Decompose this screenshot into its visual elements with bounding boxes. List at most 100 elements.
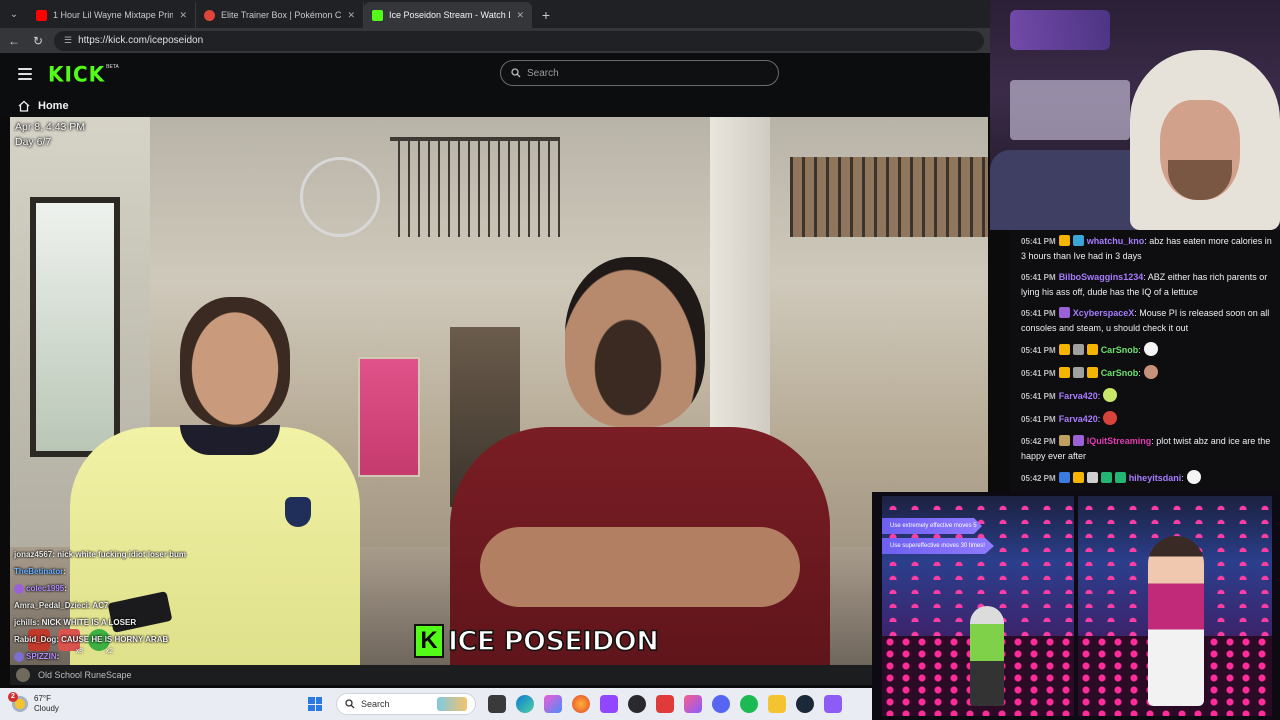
- search-icon: [345, 699, 355, 709]
- chat-username[interactable]: XcyberspaceX: [1073, 308, 1135, 318]
- chat-username[interactable]: Farva420: [1059, 391, 1098, 401]
- itunes-icon[interactable]: [684, 695, 702, 713]
- weather-widget[interactable]: 2 67°F Cloudy: [0, 692, 300, 714]
- overlay-chat-username[interactable]: jonaz4567: [14, 550, 52, 559]
- browser-tab-bar: ⌄ 1 Hour Lil Wayne Mixtape Prime | ✕ Eli…: [0, 0, 990, 28]
- overlay-chat-username[interactable]: Amra_Pedal_Dzieci: [14, 601, 88, 610]
- site-info-icon[interactable]: ☰: [64, 35, 72, 46]
- search-icon: [511, 68, 521, 78]
- back-arrow-icon[interactable]: ←: [6, 34, 22, 48]
- file-explorer-icon[interactable]: [768, 695, 786, 713]
- stream-date-overlay: Apr 8, 4:43 PM Day 6/7: [15, 120, 85, 150]
- taskbar: 2 67°F Cloudy Search: [0, 688, 872, 720]
- overlay-chat-username[interactable]: SPIZZIN: [26, 652, 57, 661]
- chat-text: :: [1097, 414, 1101, 424]
- discord-icon[interactable]: [712, 695, 730, 713]
- chat-message: 05:41 PM XcyberspaceX: Mouse PI is releas…: [1021, 306, 1272, 335]
- app-red-icon[interactable]: [656, 695, 674, 713]
- steam-icon[interactable]: [796, 695, 814, 713]
- obs-icon[interactable]: [628, 695, 646, 713]
- game-right-screen: [1078, 496, 1272, 716]
- tab-kick-stream[interactable]: Ice Poseidon Stream - Watch Live ✕: [364, 2, 532, 28]
- chat-emote-icon: [1143, 365, 1158, 379]
- chat-username[interactable]: BilboSwaggins1234: [1059, 272, 1144, 282]
- chat-badge-icon: [1058, 344, 1070, 355]
- address-bar: ← ↻ ☰ https://kick.com/iceposeidon: [0, 28, 990, 53]
- overlay-chat-username[interactable]: colec1995: [26, 584, 64, 593]
- avatar: [16, 668, 30, 682]
- chat-message: 05:41 PM CarSnob:: [1021, 342, 1272, 358]
- kick-logo[interactable]: KICK: [48, 61, 105, 86]
- overlay-chat-message: nick white fucking idiot loser bum: [54, 550, 187, 559]
- chat-timestamp: 05:42 PM: [1021, 437, 1056, 446]
- chat-badge-icon: [1072, 344, 1084, 355]
- chat-username[interactable]: hiheyitsdani: [1129, 473, 1182, 483]
- pendant-lamp: [300, 157, 380, 237]
- copilot-icon[interactable]: [544, 695, 562, 713]
- chat-timestamp: 05:41 PM: [1021, 415, 1056, 424]
- chat-emote-icon: [1103, 388, 1118, 402]
- chat-username[interactable]: IQuitStreaming: [1087, 436, 1152, 446]
- app-purple-icon[interactable]: [824, 695, 842, 713]
- home-nav-link[interactable]: Home: [0, 95, 990, 117]
- weather-cloud-icon: 2: [8, 692, 28, 712]
- chat-badge-icon: [1072, 235, 1084, 246]
- chat-badge-icon: [1086, 472, 1098, 483]
- tab-title: Elite Trainer Box | Pokémon Center: [221, 10, 342, 20]
- edge-icon[interactable]: [516, 695, 534, 713]
- chat-text: :: [1138, 368, 1141, 378]
- chat-badge-icon: [1086, 367, 1098, 378]
- overlay-chat-line: SPIZZIN:: [14, 648, 186, 665]
- guest-person: [450, 257, 830, 665]
- overlay-chat-username[interactable]: jchills: [14, 618, 37, 627]
- webcam-feed: [990, 0, 1280, 230]
- chat-username[interactable]: Farva420: [1059, 414, 1098, 424]
- overlay-chat-line: colec1995:: [14, 580, 186, 597]
- tab-close-icon[interactable]: ✕: [179, 10, 187, 21]
- chat-timestamp: 05:41 PM: [1021, 309, 1056, 318]
- spotify-icon[interactable]: [740, 695, 758, 713]
- chat-badge-icon: [1058, 367, 1070, 378]
- task-view-icon[interactable]: [488, 695, 506, 713]
- tab-title: 1 Hour Lil Wayne Mixtape Prime |: [53, 10, 174, 20]
- chat-message: 05:41 PM CarSnob:: [1021, 365, 1272, 381]
- overlay-chat-username[interactable]: Rabid_Dog: [14, 635, 56, 644]
- url-text: https://kick.com/iceposeidon: [78, 35, 204, 46]
- chat-username[interactable]: whatchu_kno: [1087, 236, 1145, 246]
- chat-text: :: [1097, 391, 1101, 401]
- staircase-railing: [390, 137, 560, 237]
- taskbar-search[interactable]: Search: [336, 693, 476, 715]
- chat-username[interactable]: CarSnob: [1101, 368, 1139, 378]
- tab-pokemon-center[interactable]: Elite Trainer Box | Pokémon Center ✕: [196, 2, 364, 28]
- home-icon: [18, 100, 30, 112]
- mission-banner: Use extremely effective moves 5 times!: [882, 518, 982, 534]
- tab-close-icon[interactable]: ✕: [516, 10, 524, 21]
- chat-timestamp: 05:41 PM: [1021, 237, 1056, 246]
- tab-search-dropdown[interactable]: ⌄: [0, 0, 28, 28]
- tab-lil-wayne[interactable]: 1 Hour Lil Wayne Mixtape Prime | ✕: [28, 2, 196, 28]
- chat-username[interactable]: CarSnob: [1101, 345, 1139, 355]
- taskbar-apps: [488, 695, 842, 713]
- menu-icon[interactable]: [18, 68, 32, 80]
- chat-message: 05:41 PM whatchu_kno: abz has eaten more …: [1021, 234, 1272, 263]
- reload-icon[interactable]: ↻: [30, 34, 46, 48]
- npc-character: [970, 606, 1004, 706]
- overlay-chat-username[interactable]: TheBetinator: [14, 567, 63, 576]
- twitch-icon[interactable]: [600, 695, 618, 713]
- game-category-bar[interactable]: Old School RuneScape: [10, 665, 872, 685]
- new-tab-button[interactable]: +: [532, 2, 560, 28]
- game-capture: Use extremely effective moves 5 times! U…: [872, 492, 1280, 720]
- player-character: [1148, 536, 1204, 706]
- tab-close-icon[interactable]: ✕: [347, 10, 355, 21]
- search-input[interactable]: Search: [500, 60, 779, 86]
- taskbar-search-label: Search: [361, 699, 390, 709]
- firefox-icon[interactable]: [572, 695, 590, 713]
- chat-badge-icon: [1072, 435, 1084, 446]
- overlay-chat-message: NICK WHITE IS A LOSER: [39, 618, 137, 627]
- mission-banner: Use supereffective moves 30 times!: [882, 538, 994, 554]
- chat-timestamp: 05:41 PM: [1021, 392, 1056, 401]
- windows-start-icon[interactable]: [308, 697, 322, 711]
- day-line: Day 6/7: [15, 136, 52, 148]
- site-header: KICK BETA Search: [0, 53, 990, 95]
- url-field[interactable]: ☰ https://kick.com/iceposeidon: [54, 30, 984, 51]
